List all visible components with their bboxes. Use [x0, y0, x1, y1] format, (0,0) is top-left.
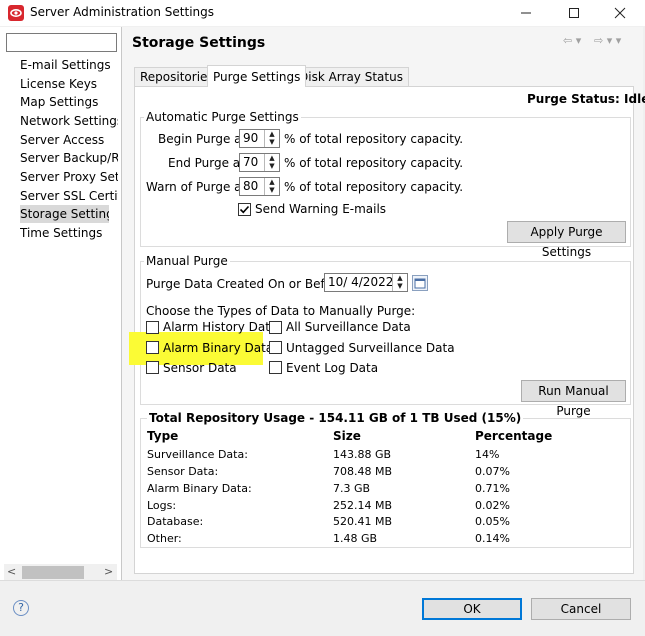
begin-purge-spinner[interactable]: 90 ▲ ▼ — [239, 129, 280, 148]
warn-purge-label: Warn of Purge at — [146, 180, 247, 194]
sidebar-item-network-settings[interactable]: Network Settings — [20, 112, 118, 130]
alarm-binary-checkbox[interactable] — [146, 341, 159, 354]
page-title: Storage Settings — [132, 35, 266, 51]
spin-up-icon[interactable]: ▲ — [265, 130, 279, 138]
table-cell: 708.48 MB — [333, 465, 393, 478]
table-cell: 143.88 GB — [333, 448, 392, 461]
untagged-surveillance-label: Untagged Surveillance Data — [286, 341, 455, 355]
alarm-history-label: Alarm History Data — [163, 320, 278, 334]
automatic-purge-title: Automatic Purge Settings — [144, 110, 301, 124]
close-button[interactable] — [598, 0, 642, 26]
forward-arrow-icon[interactable]: ⇨ ▾ ▾ — [594, 34, 621, 47]
alarm-binary-label: Alarm Binary Data — [163, 341, 274, 355]
end-purge-label: End Purge at — [168, 156, 245, 170]
table-cell: 252.14 MB — [333, 499, 393, 512]
maximize-icon — [569, 8, 579, 18]
sidebar-item-server-backup[interactable]: Server Backup/Res — [20, 149, 118, 167]
send-warning-label: Send Warning E-mails — [255, 202, 387, 216]
sidebar-item-map-settings[interactable]: Map Settings — [20, 93, 118, 111]
cancel-button[interactable]: Cancel — [531, 598, 631, 620]
sidebar-item-time-settings[interactable]: Time Settings — [20, 224, 118, 242]
close-icon — [614, 7, 626, 19]
column-header-type: Type — [147, 429, 179, 443]
table-cell: Other: — [147, 532, 182, 545]
app-icon — [8, 5, 24, 21]
maximize-button[interactable] — [552, 0, 596, 26]
column-header-size: Size — [333, 429, 361, 443]
spin-up-icon[interactable]: ▲ — [265, 154, 279, 162]
choose-types-label: Choose the Types of Data to Manually Pur… — [146, 304, 416, 318]
spin-down-icon[interactable]: ▼ — [265, 162, 279, 170]
end-purge-spinner[interactable]: 70 ▲ ▼ — [239, 153, 280, 172]
back-arrow-icon[interactable]: ⇦ ▾ — [563, 34, 581, 47]
table-cell: 14% — [475, 448, 500, 461]
table-cell: 0.14% — [475, 532, 510, 545]
begin-purge-label: Begin Purge at — [158, 132, 247, 146]
usage-title: Total Repository Usage - 154.11 GB of 1 … — [147, 411, 524, 425]
table-cell: Logs: — [147, 499, 177, 512]
table-cell: 0.71% — [475, 482, 510, 495]
minimize-icon — [521, 12, 531, 14]
help-icon[interactable]: ? — [13, 600, 29, 616]
table-cell: 0.07% — [475, 465, 510, 478]
sidebar-item-server-ssl[interactable]: Server SSL Certific — [20, 187, 118, 205]
tab-disk-array-status[interactable]: Disk Array Status — [293, 67, 409, 87]
sidebar-item-server-access[interactable]: Server Access — [20, 131, 118, 149]
tab-purge-settings[interactable]: Purge Settings — [207, 65, 307, 87]
minimize-button[interactable] — [504, 0, 548, 26]
sidebar-item-server-proxy[interactable]: Server Proxy Settir — [20, 168, 118, 186]
run-manual-purge-button[interactable]: Run Manual Purge — [521, 380, 626, 418]
alarm-history-checkbox[interactable] — [146, 321, 159, 334]
sidebar-item-storage-settings[interactable]: Storage Settings — [20, 205, 109, 223]
event-log-checkbox[interactable] — [269, 361, 282, 374]
sidebar-item-license-keys[interactable]: License Keys — [20, 75, 118, 93]
table-cell: 520.41 MB — [333, 515, 393, 528]
table-cell: 7.3 GB — [333, 482, 371, 495]
untagged-surveillance-checkbox[interactable] — [269, 341, 282, 354]
purge-status: Purge Status: Idle — [527, 92, 645, 106]
warn-purge-spinner[interactable]: 80 ▲ ▼ — [239, 177, 280, 196]
sidebar-item-email-settings[interactable]: E-mail Settings — [20, 56, 118, 74]
spin-down-icon[interactable]: ▼ — [265, 186, 279, 194]
purge-date-label: Purge Data Created On or Before: — [146, 277, 349, 291]
sensor-data-checkbox[interactable] — [146, 361, 159, 374]
all-surveillance-label: All Surveillance Data — [286, 320, 411, 334]
all-surveillance-checkbox[interactable] — [269, 321, 282, 334]
scroll-left-icon[interactable]: < — [7, 565, 16, 578]
table-cell: Surveillance Data: — [147, 448, 248, 461]
table-cell: 1.48 GB — [333, 532, 378, 545]
spin-up-icon[interactable]: ▲ — [265, 178, 279, 186]
filter-input[interactable] — [6, 33, 117, 52]
table-cell: Sensor Data: — [147, 465, 219, 478]
scrollbar-thumb[interactable] — [22, 566, 84, 579]
begin-purge-suffix: % of total repository capacity. — [284, 132, 464, 146]
event-log-label: Event Log Data — [286, 361, 379, 375]
column-header-percentage: Percentage — [475, 429, 553, 443]
end-purge-suffix: % of total repository capacity. — [284, 156, 464, 170]
apply-purge-settings-button[interactable]: Apply Purge Settings — [507, 221, 626, 259]
warn-purge-suffix: % of total repository capacity. — [284, 180, 464, 194]
checkmark-icon — [239, 205, 250, 214]
spin-down-icon[interactable]: ▼ — [265, 138, 279, 146]
ok-button[interactable]: OK — [422, 598, 522, 620]
window-title: Server Administration Settings — [30, 5, 215, 19]
table-cell: 0.05% — [475, 515, 510, 528]
manual-purge-title: Manual Purge — [144, 254, 230, 268]
spin-down-icon[interactable]: ▼ — [393, 282, 407, 290]
purge-date-picker[interactable]: 10/ 4/2022 ▲ ▼ — [324, 273, 408, 292]
table-cell: 0.02% — [475, 499, 510, 512]
spin-up-icon[interactable]: ▲ — [393, 274, 407, 282]
send-warning-checkbox[interactable] — [238, 203, 251, 216]
calendar-icon[interactable] — [412, 275, 428, 291]
scroll-right-icon[interactable]: > — [104, 565, 113, 578]
table-cell: Database: — [147, 515, 204, 528]
sensor-data-label: Sensor Data — [163, 361, 237, 375]
table-cell: Alarm Binary Data: — [147, 482, 252, 495]
